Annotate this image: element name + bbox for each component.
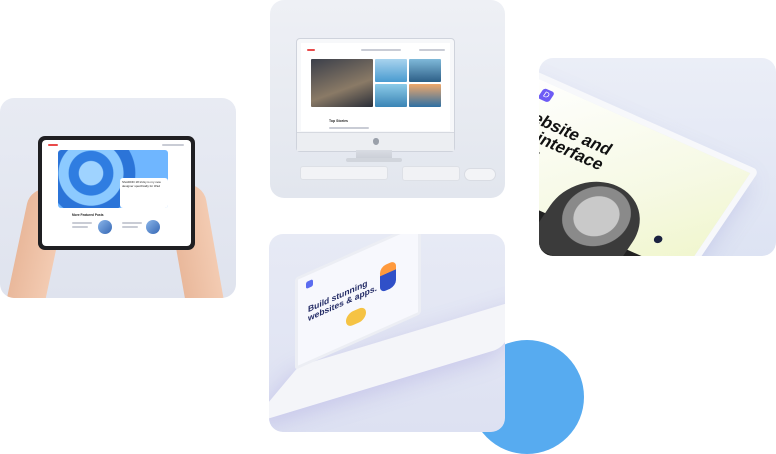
- post-line: [72, 222, 92, 224]
- isometric-tablet-card: D Website and ser interface igner: [539, 58, 776, 256]
- story-photo[interactable]: [409, 84, 441, 107]
- site-logo: [307, 49, 315, 51]
- illustration-person: [380, 260, 396, 294]
- tablet-mockup-card: ShotDDD 18 tricky is my new designer spe…: [0, 98, 236, 298]
- post-line: [122, 222, 142, 224]
- apple-logo-icon: [373, 138, 379, 145]
- mouse: [464, 168, 496, 181]
- imac-stand-foot: [346, 158, 402, 162]
- nav-bar: [162, 144, 184, 146]
- story-photo[interactable]: [375, 84, 407, 107]
- brand-logo-icon: [306, 278, 313, 290]
- section-title: Top Stories: [329, 119, 348, 123]
- story-photo[interactable]: [409, 59, 441, 82]
- keyboard: [300, 166, 388, 180]
- article-card[interactable]: ShotDDD 18 tricky is my new designer spe…: [120, 178, 168, 208]
- post-thumbnail[interactable]: [146, 220, 160, 234]
- nav-bar: [361, 49, 401, 51]
- imac-chin: [297, 132, 454, 151]
- hero-heading: Website and ser interface igner: [539, 102, 617, 187]
- imac-mockup-card: Top Stories: [270, 0, 505, 198]
- imac-screen: Top Stories: [301, 43, 450, 131]
- story-photo[interactable]: [375, 59, 407, 82]
- isometric-tablet-screen: D Website and ser interface igner: [539, 68, 760, 256]
- brand-logo-icon: D: [539, 87, 556, 103]
- ipad-screen: ShotDDD 18 tricky is my new designer spe…: [42, 140, 191, 246]
- post-thumbnail[interactable]: [98, 220, 112, 234]
- hero-heading: Build stunning websites & apps.: [308, 275, 377, 323]
- ipad-device: ShotDDD 18 tricky is my new designer spe…: [38, 136, 195, 250]
- decorative-shape: [346, 305, 366, 329]
- article-title: ShotDDD 18 tricky is my new designer spe…: [122, 180, 161, 188]
- post-line: [72, 226, 88, 228]
- post-line: [122, 226, 138, 228]
- filter-tabs[interactable]: [329, 127, 369, 129]
- portrait-photo: [539, 167, 659, 256]
- feature-photo[interactable]: [311, 59, 373, 107]
- site-logo: [48, 144, 58, 146]
- section-title: More Featured Posts: [72, 213, 104, 217]
- scroll-button[interactable]: [652, 234, 665, 245]
- isometric-laptop-card: Build stunning websites & apps.: [269, 234, 505, 432]
- trackpad: [402, 166, 460, 181]
- imac-device: Top Stories: [296, 38, 455, 152]
- search-bar: [419, 49, 445, 51]
